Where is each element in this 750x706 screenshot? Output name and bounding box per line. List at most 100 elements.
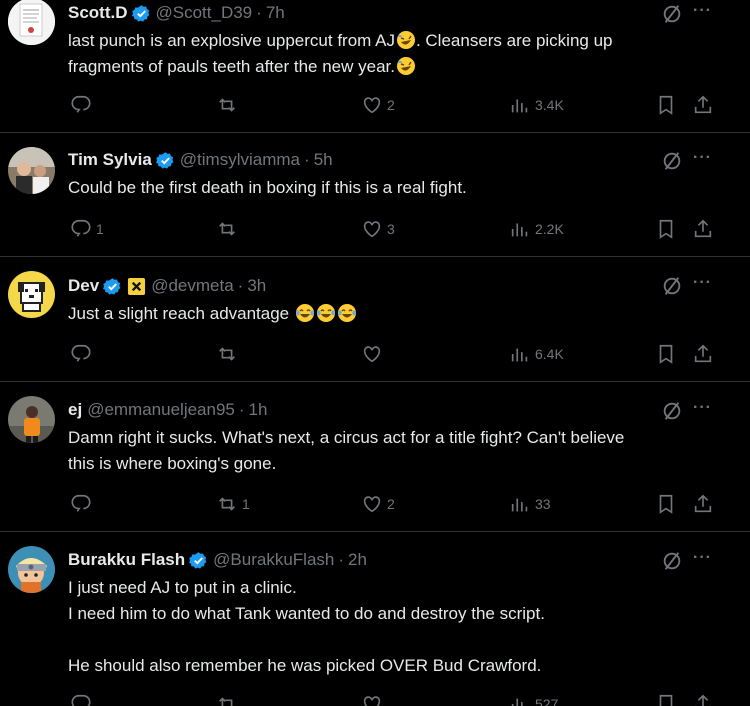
like-icon bbox=[363, 496, 381, 513]
like-icon bbox=[363, 696, 381, 706]
bookmark-button[interactable] bbox=[655, 216, 677, 242]
post[interactable]: Tim Sylvia @timsylviamma · 5h ··· Could … bbox=[0, 133, 750, 257]
view-count: 6.4K bbox=[535, 346, 564, 362]
bookmark-button[interactable] bbox=[655, 92, 677, 118]
reply-button[interactable] bbox=[70, 92, 96, 118]
repost-button[interactable] bbox=[216, 216, 242, 242]
joy-emoji-icon bbox=[316, 303, 336, 323]
views-button[interactable]: 6.4K bbox=[509, 341, 564, 367]
avatar[interactable] bbox=[8, 271, 55, 318]
bookmark-button[interactable] bbox=[655, 491, 677, 517]
more-icon[interactable]: ··· bbox=[693, 549, 712, 567]
reply-button[interactable]: 1 bbox=[70, 216, 104, 242]
like-button[interactable]: 3 bbox=[361, 216, 395, 242]
share-icon bbox=[694, 494, 712, 513]
joy-emoji-icon bbox=[337, 303, 357, 323]
reply-icon bbox=[71, 694, 91, 706]
reply-icon bbox=[71, 344, 91, 362]
views-button[interactable]: 527 bbox=[509, 691, 558, 706]
reply-button[interactable] bbox=[70, 691, 96, 706]
user-handle[interactable]: @emmanueljean95 bbox=[87, 400, 235, 420]
grok-icon[interactable] bbox=[661, 150, 683, 172]
grok-icon[interactable] bbox=[661, 400, 683, 422]
views-button[interactable]: 3.4K bbox=[509, 92, 564, 118]
post-text-segment: Just a slight reach advantage bbox=[68, 304, 294, 323]
post-time[interactable]: 7h bbox=[266, 3, 285, 23]
separator-dot: · bbox=[237, 276, 244, 295]
display-name[interactable]: Dev bbox=[68, 276, 99, 296]
user-handle[interactable]: @timsylviamma bbox=[180, 150, 300, 170]
display-name[interactable]: Scott.D bbox=[68, 3, 128, 23]
post-text-segment: fragments of pauls teeth after the new y… bbox=[68, 57, 395, 76]
avatar[interactable] bbox=[8, 396, 55, 443]
repost-count: 1 bbox=[242, 496, 250, 512]
rofl-emoji-icon bbox=[396, 30, 416, 50]
more-icon[interactable]: ··· bbox=[693, 399, 712, 417]
share-button[interactable] bbox=[692, 691, 714, 706]
like-button[interactable] bbox=[361, 341, 387, 367]
post-time[interactable]: 1h bbox=[249, 400, 268, 420]
share-button[interactable] bbox=[692, 341, 714, 367]
bookmark-icon bbox=[659, 95, 673, 115]
views-icon bbox=[511, 698, 523, 706]
bookmark-button[interactable] bbox=[655, 691, 677, 706]
post-text-segment: . Cleansers are picking up bbox=[415, 31, 613, 50]
avatar[interactable] bbox=[8, 546, 55, 593]
share-button[interactable] bbox=[692, 92, 714, 118]
action-bar: 1 2 33 bbox=[0, 491, 750, 517]
share-button[interactable] bbox=[692, 491, 714, 517]
views-button[interactable]: 33 bbox=[509, 491, 551, 517]
action-bar: 6.4K bbox=[0, 341, 750, 367]
repost-icon bbox=[219, 497, 235, 511]
post[interactable]: Burakku Flash @BurakkuFlash · 2h ··· I j… bbox=[0, 532, 750, 706]
more-icon[interactable]: ··· bbox=[693, 274, 712, 292]
display-name[interactable]: Tim Sylvia bbox=[68, 150, 152, 170]
reply-button[interactable] bbox=[70, 491, 96, 517]
repost-button[interactable] bbox=[216, 341, 242, 367]
avatar[interactable] bbox=[8, 147, 55, 194]
reply-icon bbox=[71, 219, 91, 237]
reply-count: 1 bbox=[96, 221, 104, 237]
views-button[interactable]: 2.2K bbox=[509, 216, 564, 242]
post[interactable]: ej @emmanueljean95 · 1h ··· Damn right i… bbox=[0, 382, 750, 532]
user-handle[interactable]: @Scott_D39 bbox=[156, 3, 253, 23]
bookmark-icon bbox=[659, 344, 673, 364]
reply-button[interactable] bbox=[70, 341, 96, 367]
grok-icon[interactable] bbox=[661, 550, 683, 572]
bookmark-button[interactable] bbox=[655, 341, 677, 367]
action-bar: 2 3.4K bbox=[0, 92, 750, 118]
more-icon[interactable]: ··· bbox=[693, 149, 712, 167]
more-icon[interactable]: ··· bbox=[693, 2, 712, 20]
user-handle[interactable]: @BurakkuFlash bbox=[213, 550, 334, 570]
post-time[interactable]: 5h bbox=[314, 150, 333, 170]
share-button[interactable] bbox=[692, 216, 714, 242]
like-button[interactable]: 2 bbox=[361, 92, 395, 118]
display-name[interactable]: ej bbox=[68, 400, 82, 420]
post[interactable]: Scott.D @Scott_D39 · 7h ··· last punch i… bbox=[0, 0, 750, 133]
grok-icon[interactable] bbox=[661, 3, 683, 25]
avatar[interactable] bbox=[8, 0, 55, 45]
verified-badge-icon bbox=[131, 4, 151, 23]
repost-button[interactable]: 1 bbox=[216, 491, 250, 517]
post[interactable]: Dev @devmeta · 3h ··· Just a slight reac… bbox=[0, 257, 750, 382]
like-button[interactable] bbox=[361, 691, 387, 706]
bookmark-icon bbox=[659, 494, 673, 514]
like-button[interactable]: 2 bbox=[361, 491, 395, 517]
repost-button[interactable] bbox=[216, 92, 242, 118]
post-time[interactable]: 3h bbox=[247, 276, 266, 296]
display-name[interactable]: Burakku Flash bbox=[68, 550, 185, 570]
bookmark-icon bbox=[659, 219, 673, 239]
post-text-segment: last punch is an explosive uppercut from… bbox=[68, 31, 395, 50]
affiliate-badge-icon[interactable] bbox=[127, 277, 146, 296]
repost-button[interactable] bbox=[216, 691, 242, 706]
share-icon bbox=[694, 219, 712, 238]
reply-icon bbox=[71, 494, 91, 512]
repost-icon bbox=[219, 98, 235, 112]
post-text: I just need AJ to put in a clinic. I nee… bbox=[68, 578, 545, 675]
post-time[interactable]: 2h bbox=[348, 550, 367, 570]
grok-icon[interactable] bbox=[661, 275, 683, 297]
user-handle[interactable]: @devmeta bbox=[151, 276, 233, 296]
separator-dot: · bbox=[256, 3, 262, 22]
separator-dot: · bbox=[304, 150, 310, 169]
separator-dot: · bbox=[338, 550, 345, 569]
